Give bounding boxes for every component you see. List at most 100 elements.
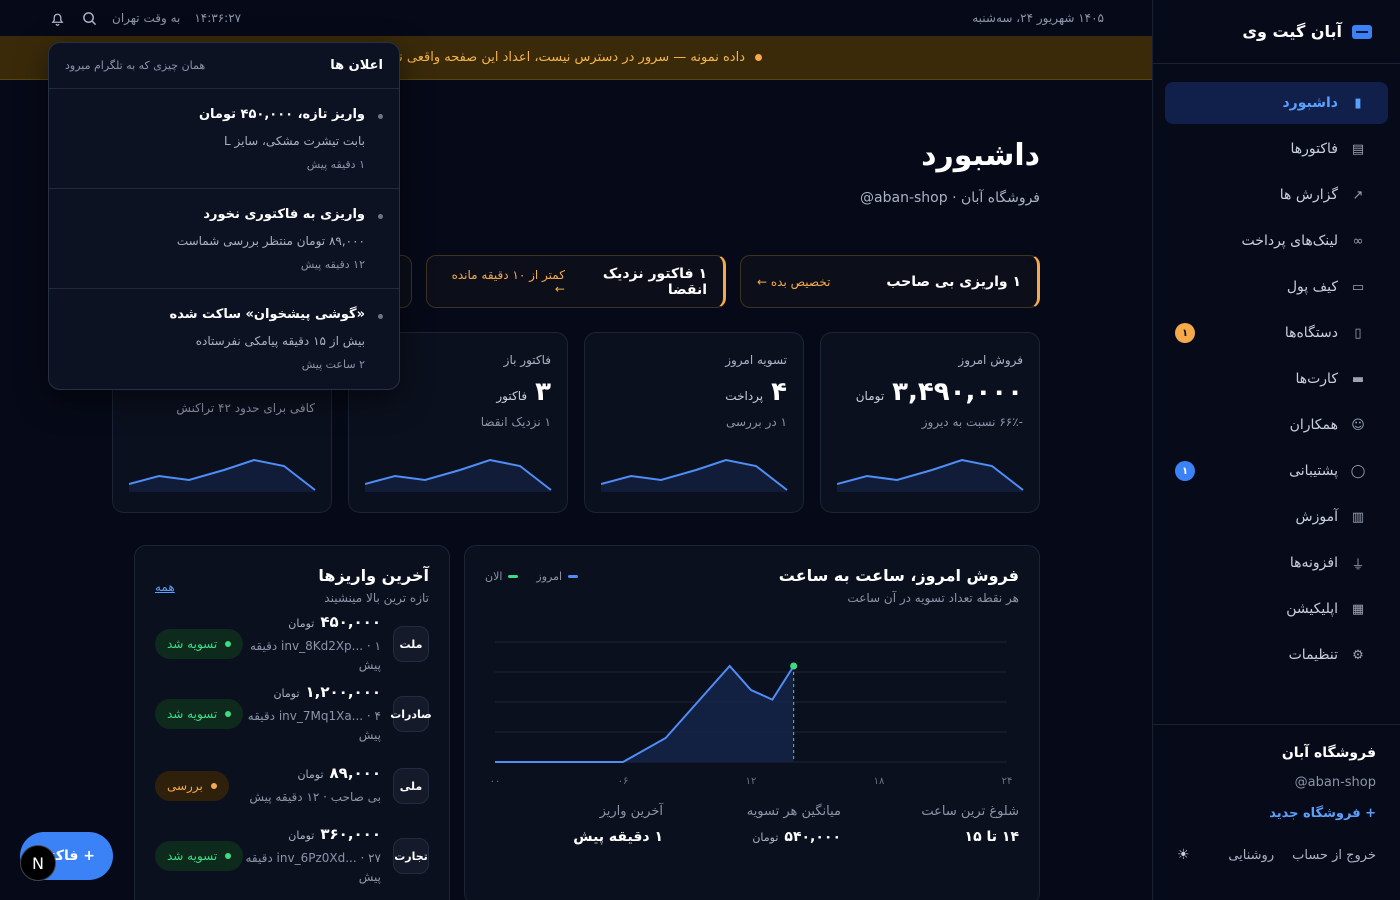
stat-card-0[interactable]: فروش امروز ۳,۴۹۰,۰۰۰ تومان -۶۶٪ نسبت به … bbox=[820, 332, 1040, 513]
stat-unit: فاکتور bbox=[496, 389, 528, 403]
sidebar-item-11[interactable]: ▦ اپلیکیشن bbox=[1165, 588, 1388, 630]
next-dev-indicator-icon[interactable]: N bbox=[20, 845, 56, 881]
sidebar-item-0[interactable]: ▮ داشبورد bbox=[1165, 82, 1388, 124]
deposit-row[interactable]: ملی ۸۹,۰۰۰ تومان بی صاحب · ۱۲ دقیقه پیش … bbox=[155, 760, 429, 812]
trend-icon: ↗ bbox=[1352, 187, 1364, 203]
document-icon: ▤ bbox=[1351, 141, 1365, 157]
sparkline bbox=[837, 458, 1024, 492]
deposit-unit: تومان bbox=[273, 686, 300, 700]
search-icon[interactable] bbox=[80, 9, 98, 27]
timezone-label: به وقت تهران bbox=[112, 11, 181, 25]
sidebar-item-6[interactable]: ▬ کارت‌ها bbox=[1165, 358, 1388, 400]
sidebar-item-label: کیف پول bbox=[1286, 279, 1338, 295]
notification-body: بابت تیشرت مشکی، سایز L bbox=[224, 134, 365, 148]
sidebar-item-label: تنظیمات bbox=[1288, 647, 1338, 663]
sidebar-item-12[interactable]: ⚙ تنظیمات bbox=[1165, 634, 1388, 676]
notification-item[interactable]: «گوشی پیشخوان» ساکت شده بیش از ۱۵ دقیقه … bbox=[49, 289, 399, 389]
theme-label: روشنایی bbox=[1228, 847, 1275, 863]
legend-today: امروز bbox=[536, 570, 579, 583]
see-all-link[interactable]: همه bbox=[155, 580, 175, 594]
deposit-meta: inv_8Kd2Xp... · ۱ دقیقه پیش bbox=[250, 638, 381, 672]
deposit-row[interactable]: صادرات ۱,۲۰۰,۰۰۰ تومان inv_7Mq1Xa... · ۴… bbox=[155, 683, 432, 742]
stat-unit: پرداخت bbox=[725, 389, 764, 403]
deposit-unit: تومان bbox=[297, 768, 324, 782]
assign-action[interactable]: تخصیص بده ← bbox=[757, 275, 830, 289]
sidebar-item-label: افزونه‌ها bbox=[1289, 555, 1338, 571]
kpi-2: آخرین واریز ۱ دقیقه پیش bbox=[573, 804, 663, 845]
sidebar-item-9[interactable]: ▥ آموزش bbox=[1165, 496, 1388, 538]
brand[interactable]: آبان گیت وی bbox=[1153, 0, 1400, 64]
grid-icon: ▦ bbox=[1351, 601, 1365, 617]
alert-unowned-deposit[interactable]: ۱ واریزی بی صاحب تخصیص بده ← bbox=[740, 255, 1040, 308]
users-icon: ☺ bbox=[1351, 417, 1365, 433]
bar-chart-icon: ▮ bbox=[1354, 95, 1362, 111]
sidebar-item-label: دستگاه‌ها bbox=[1284, 325, 1338, 341]
deposit-meta: بی صاحب · ۱۲ دقیقه پیش bbox=[249, 790, 381, 805]
deposit-row[interactable]: ملت ۴۵۰,۰۰۰ تومان inv_8Kd2Xp... · ۱ دقیق… bbox=[155, 613, 429, 672]
bank-badge: صادرات bbox=[390, 696, 432, 732]
x-tick-label: ۲۴ bbox=[1002, 776, 1013, 787]
store-name[interactable]: فروشگاه آبان bbox=[1177, 745, 1376, 761]
status-badge: بررسی bbox=[155, 771, 229, 801]
chart-legend: امروز الان bbox=[485, 570, 579, 583]
notifications-hint: همان چیزی که به تلگرام میرود bbox=[65, 59, 206, 72]
sidebar-nav: ▮ داشبورد ▤ فاکتورها ↗ گزارش ها ∞ لینک‌های … bbox=[1153, 64, 1400, 676]
panel-title: آخرین واریزها bbox=[318, 566, 429, 585]
sidebar-item-5[interactable]: ▯ دستگاه‌ها ۱ bbox=[1165, 312, 1388, 354]
notification-item[interactable]: واریزی به فاکتوری نخورد ۸۹,۰۰۰ تومان منت… bbox=[49, 189, 399, 289]
wallet-logo-icon bbox=[1352, 24, 1372, 39]
stat-card-1[interactable]: تسویه امروز ۴ پرداخت ۱ در بررسی bbox=[584, 332, 804, 513]
bank-badge: ملت bbox=[393, 626, 429, 662]
sidebar-item-label: همکاران bbox=[1289, 417, 1338, 433]
status-badge: تسویه شد bbox=[155, 629, 244, 659]
stat-value: ۳ bbox=[535, 377, 551, 407]
bank-badge: ملی bbox=[393, 768, 429, 804]
stat-unit: تومان bbox=[855, 389, 885, 403]
notification-title: «گوشی پیشخوان» ساکت شده bbox=[169, 307, 365, 322]
stat-note: کافی برای حدود ۴۲ تراکنش bbox=[176, 401, 315, 415]
x-tick-label: ۰۰ bbox=[490, 776, 501, 787]
alert-expiring-invoice[interactable]: ۱ فاکتور نزدیک انقضا کمتر از ۱۰ دقیقه ما… bbox=[426, 255, 726, 308]
alert-title: ۱ فاکتور نزدیک انقضا bbox=[602, 265, 707, 298]
stat-note: -۶۶٪ نسبت به دیروز bbox=[921, 415, 1023, 429]
card-icon: ▬ bbox=[1351, 371, 1365, 387]
stat-value: ۳,۴۹۰,۰۰۰ bbox=[892, 377, 1023, 407]
bell-icon[interactable] bbox=[48, 9, 66, 27]
sidebar-item-7[interactable]: ☺ همکاران bbox=[1165, 404, 1388, 446]
sidebar-item-label: داشبورد bbox=[1282, 95, 1339, 111]
legend-now: الان bbox=[485, 570, 519, 583]
deposit-row[interactable]: تجارت ۳۶۰,۰۰۰ تومان inv_6Pz0Xd... · ۲۷ د… bbox=[155, 825, 429, 884]
unread-dot-icon bbox=[378, 214, 383, 219]
x-tick-label: ۱۲ bbox=[746, 776, 757, 787]
sidebar: آبان گیت وی ▮ داشبورد ▤ فاکتورها ↗ گزارش ه… bbox=[1152, 0, 1400, 900]
sparkline bbox=[365, 458, 552, 492]
sidebar-item-8[interactable]: ◯ پشتیبانی ۱ bbox=[1165, 450, 1388, 492]
x-tick-label: ۰۶ bbox=[618, 776, 629, 787]
unread-dot-icon bbox=[378, 314, 383, 319]
stat-note: ۱ در بررسی bbox=[725, 415, 787, 429]
stat-label: فروش امروز bbox=[958, 353, 1023, 367]
deposit-meta: inv_6Pz0Xd... · ۲۷ دقیقه پیش bbox=[245, 850, 382, 884]
sun-icon[interactable]: ☀ bbox=[1177, 847, 1190, 863]
deposit-meta: inv_7Mq1Xa... · ۴ دقیقه پیش bbox=[247, 708, 381, 742]
sidebar-item-2[interactable]: ↗ گزارش ها bbox=[1165, 174, 1388, 216]
expiry-action[interactable]: کمتر از ۱۰ دقیقه مانده ← bbox=[443, 268, 565, 296]
notification-item[interactable]: واریز تازه، ۴۵۰,۰۰۰ تومان بابت تیشرت مشک… bbox=[49, 89, 399, 189]
kpi-0: شلوغ ترین ساعت ۱۴ تا ۱۵ bbox=[921, 804, 1019, 845]
logout-button[interactable]: خروج از حساب bbox=[1292, 848, 1376, 863]
banner-text: داده نمونه — سرور در دسترس نیست، اعداد ا… bbox=[368, 50, 745, 65]
store-handle: @aban-shop bbox=[1294, 775, 1376, 790]
plug-icon: ⏚ bbox=[1351, 557, 1365, 573]
sparkline bbox=[601, 458, 788, 492]
book-icon: ▥ bbox=[1351, 509, 1365, 525]
sidebar-item-4[interactable]: ▭ کیف پول bbox=[1165, 266, 1388, 308]
sidebar-item-1[interactable]: ▤ فاکتورها bbox=[1165, 128, 1388, 170]
topbar: ۱۴۰۵ شهریور ۲۴، سه‌شنبه ۱۴:۳۶:۲۷ به وقت … bbox=[0, 0, 1152, 36]
kpi-row: شلوغ ترین ساعت ۱۴ تا ۱۵ میانگین هر تسویه … bbox=[485, 804, 1019, 845]
sidebar-item-10[interactable]: ⏚ افزونه‌ها bbox=[1165, 542, 1388, 584]
sparkline bbox=[129, 458, 316, 492]
notification-body: ۸۹,۰۰۰ تومان منتظر بررسی شماست bbox=[176, 234, 365, 248]
sidebar-item-3[interactable]: ∞ لینک‌های پرداخت bbox=[1165, 220, 1388, 262]
new-store-button[interactable]: + فروشگاه جدید bbox=[1177, 806, 1376, 821]
now-marker-point bbox=[790, 662, 798, 670]
